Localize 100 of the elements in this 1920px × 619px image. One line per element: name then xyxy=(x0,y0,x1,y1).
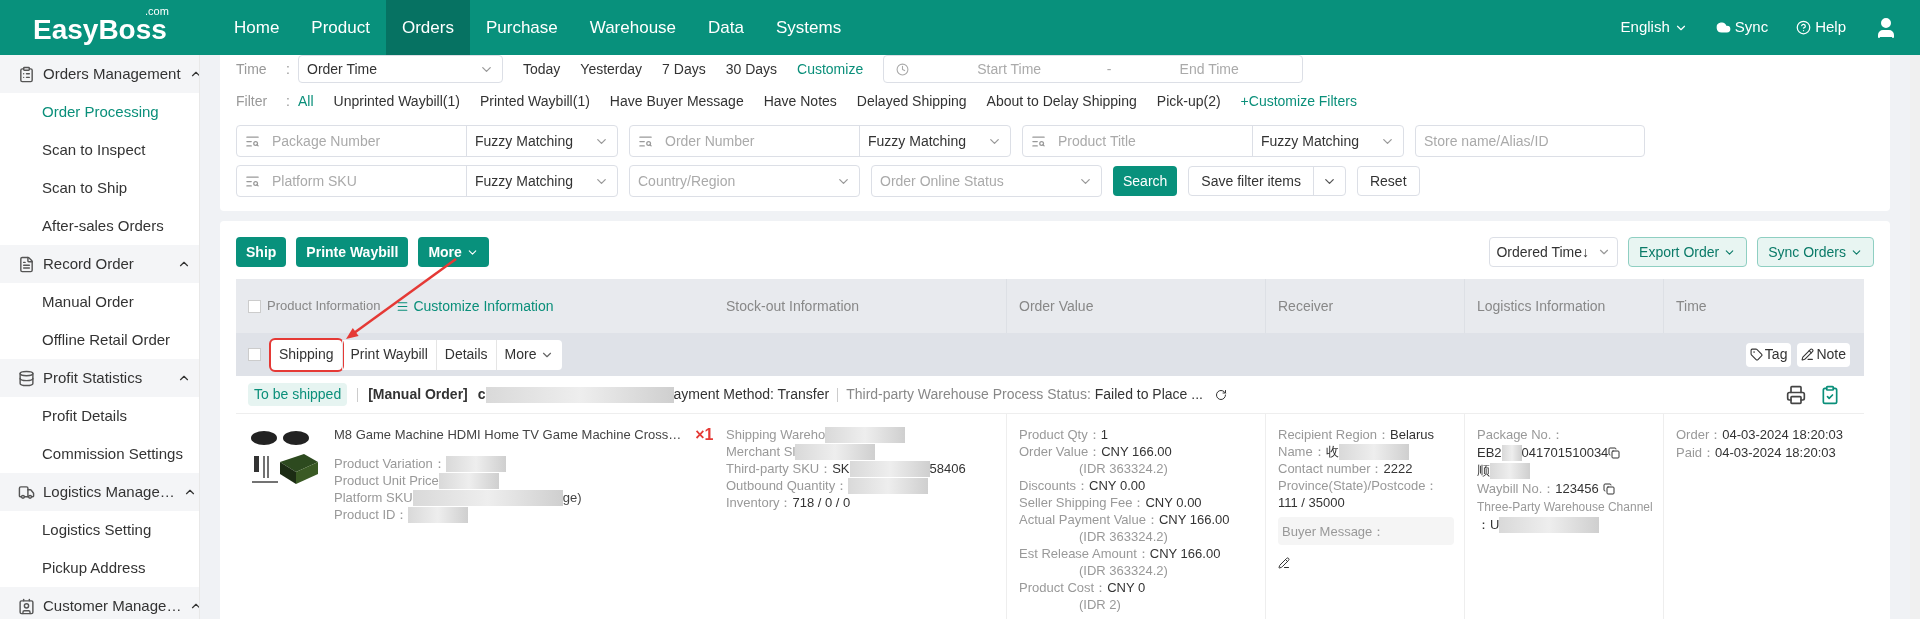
menu-icon xyxy=(396,299,410,313)
save-filter-button[interactable]: Save filter items xyxy=(1188,166,1346,196)
contact-card-icon xyxy=(18,597,35,615)
refresh-icon[interactable] xyxy=(1214,388,1227,401)
filter-option[interactable]: Pick-up(2) xyxy=(1156,90,1221,112)
note-button[interactable]: Note xyxy=(1797,342,1850,367)
printer-icon[interactable] xyxy=(1786,384,1806,405)
detail-label: Product Unit Price xyxy=(334,472,439,489)
checklist-icon[interactable] xyxy=(1820,384,1840,405)
value-label: Product Cost： xyxy=(1019,580,1108,595)
sidebar-item[interactable]: Logistics Setting xyxy=(0,511,199,549)
detail-label: Product Variation： xyxy=(334,455,446,472)
edit-icon[interactable] xyxy=(1278,557,1290,569)
sidebar-item[interactable]: Scan to Ship xyxy=(0,169,199,207)
time-value: 04-03-2024 18:20:03 xyxy=(1722,427,1843,442)
customize-filters-link[interactable]: +Customize Filters xyxy=(1240,90,1357,112)
export-order-button[interactable]: Export Order xyxy=(1628,237,1748,267)
package-number: 041701510034 xyxy=(1521,444,1609,462)
order-action-button[interactable]: Print Waybill xyxy=(341,339,436,370)
order-checkbox[interactable] xyxy=(248,348,261,361)
nav-tab[interactable]: Home xyxy=(218,0,296,55)
value-label: Est Release Amount： xyxy=(1019,546,1150,561)
tag-button[interactable]: Tag xyxy=(1745,342,1792,367)
filter-label: Time xyxy=(236,59,268,79)
sidebar-group[interactable]: Record Order xyxy=(0,245,199,283)
stock-label: Third-party SKU： xyxy=(726,460,833,477)
select-all-checkbox[interactable] xyxy=(248,299,261,313)
sidebar-item[interactable]: Commission Settings xyxy=(0,435,199,473)
time-option[interactable]: Yesterday xyxy=(580,58,643,80)
nav-tab[interactable]: Purchase xyxy=(469,0,574,55)
logo: EasyBoss .com xyxy=(33,9,169,46)
value-amount: CNY 166.00 xyxy=(1158,512,1230,527)
sidebar-group[interactable]: Orders Management xyxy=(0,55,199,93)
blurred-region xyxy=(1338,443,1409,460)
filter-option[interactable]: Have Buyer Message xyxy=(609,90,744,112)
column-header: Time xyxy=(1676,296,1707,316)
detail-value: ge) xyxy=(562,489,582,506)
time-option[interactable]: 30 Days xyxy=(725,58,778,80)
receiver-label: Province(State)/Postcode： xyxy=(1278,477,1440,494)
cloud-icon xyxy=(1715,20,1731,35)
customize-link[interactable]: Customize xyxy=(797,58,864,80)
stock-label: Merchant Sl xyxy=(726,443,796,460)
sidebar-item[interactable]: After-sales Orders xyxy=(0,207,199,245)
sidebar-item[interactable]: Pickup Address xyxy=(0,549,199,587)
nav-tab[interactable]: Data xyxy=(692,0,760,55)
filter-option[interactable]: Unprinted Waybill(1) xyxy=(333,90,460,112)
more-button[interactable]: More xyxy=(418,237,489,267)
stock-label: Inventory： xyxy=(726,494,793,511)
sidebar-item[interactable]: Order Processing xyxy=(0,93,199,131)
nav-tab[interactable]: Systems xyxy=(760,0,858,55)
stock-label: Shipping Wareho xyxy=(726,426,826,443)
filter-option[interactable]: All xyxy=(298,90,314,112)
value-converted: (IDR 363324.2) xyxy=(1078,562,1169,579)
nav-tab[interactable]: Orders xyxy=(385,0,470,55)
search-button[interactable]: Search xyxy=(1113,166,1178,196)
copy-icon[interactable] xyxy=(1608,447,1621,459)
sidebar-item[interactable]: Profit Details xyxy=(0,397,199,435)
logistics-label: Waybill No.： xyxy=(1477,480,1556,498)
sidebar-group[interactable]: Customer Manage… xyxy=(0,587,199,619)
sort-select[interactable]: Ordered Time↓ xyxy=(1489,237,1619,267)
value-label: Product Qty： xyxy=(1019,427,1101,442)
blurred-region xyxy=(1490,463,1530,479)
ship-button[interactable]: Ship xyxy=(236,237,287,267)
order-action-button[interactable]: Shipping xyxy=(271,339,342,370)
sidebar-item[interactable]: Scan to Inspect xyxy=(0,131,199,169)
sidebar-item[interactable]: Offline Retail Order xyxy=(0,321,199,359)
sidebar-group[interactable]: Logistics Manage… xyxy=(0,473,199,511)
order-action-button[interactable]: Details xyxy=(435,339,496,370)
sidebar-group[interactable]: Profit Statistics xyxy=(0,359,199,397)
column-header: Stock-out Information xyxy=(726,296,860,316)
help-button[interactable]: Help xyxy=(1796,16,1846,39)
sync-button[interactable]: Sync xyxy=(1715,16,1769,39)
time-option[interactable]: 7 Days xyxy=(662,58,706,80)
receiver-label: Recipient Region： xyxy=(1278,427,1390,442)
time-value: 04-03-2024 18:20:03 xyxy=(1715,445,1836,460)
reset-button[interactable]: Reset xyxy=(1356,166,1420,196)
filter-colon: : xyxy=(286,59,291,79)
column-header: Order Value xyxy=(1019,296,1094,316)
filter-option[interactable]: About to Delay Shipping xyxy=(986,90,1137,112)
process-status-value: Failed to Place ... xyxy=(1094,385,1203,404)
sync-orders-button[interactable]: Sync Orders xyxy=(1757,237,1874,267)
truck-icon xyxy=(18,483,35,501)
detail-label: Product ID： xyxy=(334,506,409,523)
order-action-button[interactable]: More xyxy=(495,339,563,370)
time-option[interactable]: Today xyxy=(523,58,561,80)
copy-icon[interactable] xyxy=(1602,483,1615,495)
channel-value: ：U xyxy=(1477,516,1500,534)
nav-tab[interactable]: Product xyxy=(295,0,386,55)
print-waybill-button[interactable]: Printe Waybill xyxy=(296,237,409,267)
time-select[interactable]: Order Time xyxy=(298,55,503,83)
value-label: Seller Shipping Fee： xyxy=(1019,495,1146,510)
filter-option[interactable]: Have Notes xyxy=(763,90,837,112)
filter-option[interactable]: Delayed Shipping xyxy=(856,90,967,112)
sidebar-item[interactable]: Manual Order xyxy=(0,283,199,321)
value-label: Actual Payment Value： xyxy=(1019,512,1159,527)
language-select[interactable]: English xyxy=(1620,16,1688,39)
waybill-number: 123456 xyxy=(1555,480,1599,498)
filter-option[interactable]: Printed Waybill(1) xyxy=(479,90,590,112)
value-amount: CNY 0.00 xyxy=(1145,495,1202,510)
nav-tab[interactable]: Warehouse xyxy=(573,0,693,55)
